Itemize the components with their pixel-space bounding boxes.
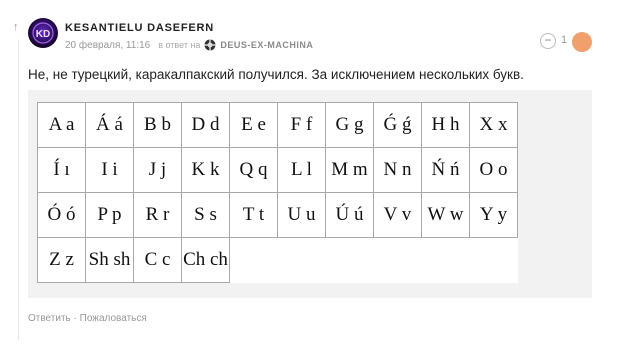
alphabet-cell: K k xyxy=(181,147,230,193)
alphabet-cell: F f xyxy=(277,102,326,148)
alphabet-row: Z z Sh sh C c Ch ch xyxy=(37,237,518,283)
alphabet-empty-cell xyxy=(470,238,518,283)
alphabet-empty-cell xyxy=(230,238,278,283)
avatar-image: KD xyxy=(28,18,58,48)
alphabet-empty-cell xyxy=(374,238,422,283)
reply-to-username: DEUS-EX-MACHINA xyxy=(220,40,314,50)
deus-ex-machina-avatar-icon xyxy=(204,39,216,51)
alphabet-cell: S s xyxy=(181,192,230,238)
vote-up-button[interactable] xyxy=(572,32,592,52)
reply-to-label: в ответ на xyxy=(158,40,201,50)
alphabet-empty-cell xyxy=(278,238,326,283)
reply-link[interactable]: Ответить xyxy=(28,313,71,324)
alphabet-cell: I i xyxy=(85,147,134,193)
alphabet-cell: Ń ń xyxy=(421,147,470,193)
alphabet-row: Ó óP pR rS sT tU uÚ úV vW wY y xyxy=(37,192,518,238)
alphabet-cell: M m xyxy=(325,147,374,193)
comment-text: Не, не турецкий, каракалпакский получилс… xyxy=(28,67,524,82)
comment-meta: 20 февраля, 11:16 в ответ на DEUS-EX-MAC… xyxy=(65,39,313,51)
alphabet-cell: H h xyxy=(421,102,470,148)
actions-separator: · xyxy=(70,313,80,324)
svg-text:KD: KD xyxy=(36,29,50,40)
alphabet-cell: B b xyxy=(133,102,182,148)
alphabet-empty-cell xyxy=(422,238,470,283)
alphabet-cell: Sh sh xyxy=(85,237,134,283)
alphabet-empty-cell xyxy=(326,238,374,283)
alphabet-cell: Ú ú xyxy=(325,192,374,238)
vote-down-button[interactable]: − xyxy=(540,33,556,49)
vote-count: 1 xyxy=(561,34,568,46)
alphabet-row: A aÁ áB bD dE eF fG gǴ ǵH hX x xyxy=(37,102,518,148)
alphabet-cell: Z z xyxy=(37,237,86,283)
alphabet-cell: X x xyxy=(469,102,518,148)
user-avatar[interactable]: KD xyxy=(28,18,58,48)
alphabet-cell: W w xyxy=(421,192,470,238)
alphabet-cell: J j xyxy=(133,147,182,193)
comment-timestamp[interactable]: 20 февраля, 11:16 xyxy=(65,40,150,51)
alphabet-row: Í ıI iJ jK kQ qL lM mN nŃ ńO o xyxy=(37,147,518,193)
up-arrow-icon[interactable]: ↑ xyxy=(13,22,19,33)
reply-to-user[interactable]: DEUS-EX-MACHINA xyxy=(204,39,313,51)
alphabet-cell: T t xyxy=(229,192,278,238)
comment-actions: Ответить · Пожаловаться xyxy=(28,313,147,324)
alphabet-cell: Y y xyxy=(469,192,518,238)
alphabet-cell: Ch ch xyxy=(181,237,230,283)
alphabet-cell: O o xyxy=(469,147,518,193)
alphabet-cell: N n xyxy=(373,147,422,193)
alphabet-cell: A a xyxy=(37,102,86,148)
alphabet-cell: Ó ó xyxy=(37,192,86,238)
alphabet-cell: G g xyxy=(325,102,374,148)
alphabet-cell: Á á xyxy=(85,102,134,148)
alphabet-cell: E e xyxy=(229,102,278,148)
alphabet-cell: Q q xyxy=(229,147,278,193)
alphabet-cell: U u xyxy=(277,192,326,238)
alphabet-cell: V v xyxy=(373,192,422,238)
alphabet-cell: D d xyxy=(181,102,230,148)
alphabet-table: A aÁ áB bD dE eF fG gǴ ǵH hX xÍ ıI iJ jK… xyxy=(37,102,518,283)
alphabet-cell: R r xyxy=(133,192,182,238)
report-link[interactable]: Пожаловаться xyxy=(80,313,147,324)
alphabet-cell: Ǵ ǵ xyxy=(373,102,422,148)
alphabet-cell: L l xyxy=(277,147,326,193)
alphabet-cell: P p xyxy=(85,192,134,238)
author-name[interactable]: KESANTIELU DASEFERN xyxy=(65,22,214,34)
alphabet-cell: Í ı xyxy=(37,147,86,193)
thread-line xyxy=(18,40,19,340)
alphabet-cell: C c xyxy=(133,237,182,283)
